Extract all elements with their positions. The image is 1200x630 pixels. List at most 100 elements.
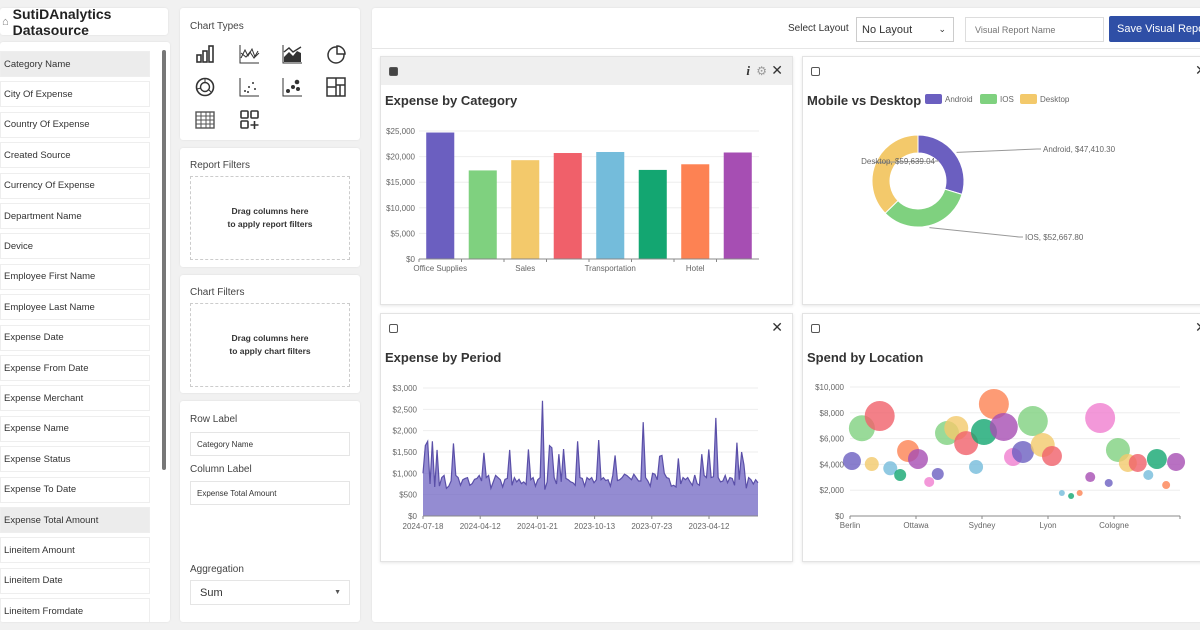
bar <box>723 152 752 259</box>
field-item[interactable]: Country Of Expense <box>0 111 150 138</box>
bar <box>553 153 582 259</box>
aggregation-select[interactable]: Sum ▼ <box>190 580 350 605</box>
aggregation-value: Sum <box>200 586 223 599</box>
tick-label: $3,000 <box>393 384 418 393</box>
scatter-chart-icon[interactable] <box>238 76 260 98</box>
bubble <box>924 476 935 487</box>
field-item[interactable]: Currency Of Expense <box>0 172 150 199</box>
bubble <box>969 459 984 474</box>
field-item[interactable]: Lineitem Amount <box>0 537 150 564</box>
field-item[interactable]: Department Name <box>0 203 150 229</box>
bar <box>681 164 710 259</box>
column-label-title: Column Label <box>190 464 252 475</box>
bubble <box>1058 490 1065 497</box>
legend-swatch <box>980 94 997 104</box>
category-label: Office Supplies <box>413 264 467 273</box>
bubble <box>1041 446 1062 467</box>
location-label: Lyon <box>1039 521 1056 530</box>
toolbar-divider <box>372 48 1200 49</box>
dropzone-hint: to apply chart filters <box>229 346 311 356</box>
tick-label: $2,000 <box>820 486 845 495</box>
bubble <box>1128 453 1147 472</box>
add-widget-icon[interactable] <box>238 109 260 131</box>
field-item[interactable]: Expense Name <box>0 415 150 442</box>
category-label: Sales <box>515 264 535 273</box>
bubble <box>1068 493 1075 500</box>
field-item[interactable]: Expense Merchant <box>0 385 150 412</box>
field-item[interactable]: Lineitem Date <box>0 567 150 594</box>
report-name-input[interactable] <box>965 17 1104 42</box>
tick-label: $25,000 <box>386 127 415 136</box>
layout-select[interactable]: No Layout ⌄ <box>856 17 954 42</box>
bubble-chart-icon[interactable] <box>281 76 303 98</box>
tick-label: $8,000 <box>820 409 845 418</box>
legend-swatch <box>925 94 942 104</box>
area-chart-icon[interactable] <box>281 43 303 65</box>
tick-label: $20,000 <box>386 153 415 162</box>
donut-chart-icon[interactable] <box>194 76 216 98</box>
chart-types-panel: Chart Types <box>180 8 360 140</box>
category-label: Transportation <box>585 264 636 273</box>
field-item[interactable]: Lineitem Fromdate <box>0 598 150 622</box>
datasource-title: SutiDAnalytics Datasource <box>12 5 112 38</box>
tick-label: $0 <box>406 255 415 264</box>
chart-types-title: Chart Types <box>190 21 244 32</box>
tick-label: $1,000 <box>393 469 418 478</box>
bar <box>638 169 667 259</box>
caret-down-icon: ▼ <box>334 589 341 596</box>
tick-label: $4,000 <box>820 460 845 469</box>
row-label-field[interactable]: Category Name <box>190 432 350 456</box>
field-item[interactable]: Category Name <box>0 51 150 77</box>
bar <box>596 151 625 259</box>
date-label: 2023-04-12 <box>689 522 730 531</box>
tick-label: $2,500 <box>393 405 418 414</box>
field-item[interactable]: Device <box>0 233 150 260</box>
bubble <box>1085 472 1096 483</box>
field-item[interactable]: City Of Expense <box>0 81 150 108</box>
bar-chart-icon[interactable] <box>194 43 216 65</box>
row-label-title: Row Label <box>190 414 238 425</box>
aggregation-title: Aggregation <box>190 564 244 575</box>
chart-card-mobile-vs-desktop: ✕ Mobile vs Desktop Android, $47,410.30A… <box>802 56 1200 305</box>
bar <box>511 160 540 259</box>
date-label: 2024-04-12 <box>460 522 501 531</box>
tick-label: $1,500 <box>393 448 418 457</box>
save-visual-report-button[interactable]: Save Visual Report <box>1109 16 1200 42</box>
column-label-field[interactable]: Expense Total Amount <box>190 481 350 505</box>
bubble <box>1167 452 1186 471</box>
tick-label: $10,000 <box>386 204 415 213</box>
bubble <box>894 468 907 481</box>
field-item[interactable]: Expense Status <box>0 446 150 473</box>
pie-chart-icon[interactable] <box>325 43 347 65</box>
report-filters-dropzone[interactable]: Drag columns here to apply report filters <box>190 176 350 260</box>
line-chart-icon[interactable] <box>238 43 260 65</box>
chart-card-expense-by-period: ✕ Expense by Period $0 $500 $1,000 $1,500 $2… <box>380 313 793 562</box>
bubble <box>1162 481 1171 490</box>
chart-card-spend-by-location: ✕ Spend by Location $0$2,000$4,000$6,000… <box>802 313 1200 562</box>
report-filters-title: Report Filters <box>190 160 251 171</box>
table-icon[interactable] <box>194 109 216 131</box>
field-item[interactable]: Expense Total Amount <box>0 507 150 533</box>
field-item[interactable]: Employee Last Name <box>0 294 150 321</box>
bubble <box>864 457 879 472</box>
legend-label: Android <box>945 95 973 104</box>
config-panel: Row Label Category Name Column Label Exp… <box>180 401 360 622</box>
area-chart: $0 $500 $1,000 $1,500 $2,000 $2,500 $3,000 2024… <box>393 384 759 531</box>
field-list-scrollbar[interactable] <box>162 50 166 470</box>
treemap-icon[interactable] <box>325 76 347 98</box>
field-item[interactable]: Employee First Name <box>0 263 150 290</box>
chart-filters-dropzone[interactable]: Drag columns here to apply chart filters <box>190 303 350 387</box>
chart-card-expense-by-category: i ⚙ ✕ Expense by Category $0 $5,000 $10,00… <box>380 56 793 305</box>
field-item[interactable]: Created Source <box>0 142 150 169</box>
dropzone-hint: Drag columns here <box>231 206 309 216</box>
dropzone-hint: Drag columns here <box>231 333 309 343</box>
bubble <box>1104 478 1113 487</box>
bar <box>468 170 497 259</box>
date-label: 2023-10-13 <box>574 522 615 531</box>
field-item[interactable]: Expense Date <box>0 324 150 351</box>
field-item[interactable]: Expense To Date <box>0 476 150 503</box>
tick-label: $2,000 <box>393 427 418 436</box>
label-line <box>956 148 1041 153</box>
bubble <box>1146 448 1167 469</box>
field-item[interactable]: Expense From Date <box>0 355 150 381</box>
